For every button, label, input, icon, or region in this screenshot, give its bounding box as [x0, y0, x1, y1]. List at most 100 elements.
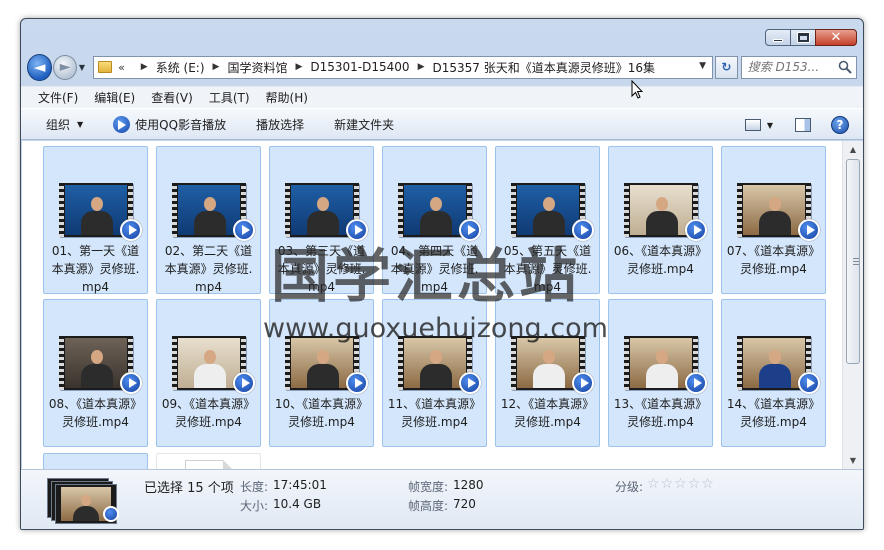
- qq-player-badge-icon: [233, 372, 255, 394]
- star-icon[interactable]: ☆: [661, 477, 674, 491]
- star-icon[interactable]: ☆: [688, 477, 701, 491]
- new-folder-button[interactable]: 新建文件夹: [334, 116, 394, 133]
- video-frame: [65, 338, 127, 388]
- search-box[interactable]: [740, 55, 858, 79]
- new-folder-label: 新建文件夹: [334, 117, 395, 132]
- view-controls: ▼ ?: [744, 109, 863, 141]
- search-icon[interactable]: [838, 60, 852, 74]
- star-icon[interactable]: ☆: [701, 477, 714, 491]
- person-head: [91, 197, 103, 211]
- file-tile[interactable]: 08、《道本真源》灵修班.mp4: [43, 299, 148, 447]
- forward-button[interactable]: ►: [53, 54, 77, 80]
- file-tile[interactable]: 02、第二天《道本真源》灵修班.mp4: [156, 146, 261, 294]
- preview-pane-icon[interactable]: [795, 118, 811, 132]
- refresh-button[interactable]: ↻: [715, 55, 738, 79]
- file-tile-partial[interactable]: [156, 453, 261, 469]
- breadcrumb-separator-icon[interactable]: ▶: [213, 62, 220, 72]
- help-icon[interactable]: ?: [831, 116, 849, 134]
- person-body: [646, 211, 678, 235]
- breadcrumb-drive[interactable]: 系统 (E:): [156, 59, 205, 76]
- frame-height-value: 720: [453, 497, 476, 511]
- search-input[interactable]: [747, 60, 844, 74]
- breadcrumb-range[interactable]: D15301-D15400: [310, 60, 409, 74]
- person-head: [656, 197, 668, 211]
- scroll-up-icon[interactable]: ▲: [843, 141, 863, 158]
- title-bar[interactable]: ✕: [21, 19, 863, 49]
- video-frame: [178, 338, 240, 388]
- breadcrumb-library[interactable]: 国学资料馆: [227, 59, 287, 76]
- address-bar[interactable]: « ▶ 系统 (E:) ▶ 国学资料馆 ▶ D15301-D15400 ▶ D1…: [93, 55, 714, 79]
- menu-file[interactable]: 文件(F): [38, 89, 78, 106]
- close-button[interactable]: ✕: [815, 29, 857, 46]
- person-body: [646, 364, 678, 388]
- video-frame: [630, 185, 692, 235]
- address-dropdown-icon[interactable]: ▼: [699, 61, 706, 71]
- change-view-icon[interactable]: [744, 119, 761, 131]
- file-tile[interactable]: 13、《道本真源》灵修班.mp4: [608, 299, 713, 447]
- video-frame: [517, 185, 579, 235]
- rating-stars[interactable]: ☆ ☆ ☆ ☆ ☆: [641, 477, 714, 491]
- menu-help[interactable]: 帮助(H): [266, 89, 308, 106]
- command-bar: 组织 ▼ 使用QQ影音播放 播放选择 新建文件夹 ▼ ?: [21, 108, 863, 140]
- person-head: [543, 197, 555, 211]
- person-head: [543, 350, 555, 364]
- scroll-thumb[interactable]: [846, 159, 860, 364]
- selection-thumbnail: [47, 478, 119, 524]
- breadcrumb-separator-icon[interactable]: ▶: [295, 62, 302, 72]
- video-frame: [178, 185, 240, 235]
- star-icon[interactable]: ☆: [647, 477, 660, 491]
- menu-view[interactable]: 查看(V): [151, 89, 193, 106]
- video-frame: [743, 338, 805, 388]
- qq-player-badge-icon: [685, 372, 707, 394]
- menu-tools[interactable]: 工具(T): [209, 89, 250, 106]
- qq-player-icon: [113, 115, 131, 133]
- menu-edit[interactable]: 编辑(E): [94, 89, 135, 106]
- menu-bar: 文件(F) 编辑(E) 查看(V) 工具(T) 帮助(H): [21, 86, 863, 108]
- length-label: 长度:: [240, 480, 269, 494]
- frame-width-value: 1280: [453, 478, 484, 492]
- views-dropdown-icon[interactable]: ▼: [767, 121, 773, 130]
- file-tile[interactable]: 06、《道本真源》灵修班.mp4: [608, 146, 713, 294]
- back-button[interactable]: ◄: [27, 53, 53, 81]
- maximize-icon: [797, 33, 809, 42]
- file-tile[interactable]: 09、《道本真源》灵修班.mp4: [156, 299, 261, 447]
- maximize-button[interactable]: [790, 29, 816, 46]
- arrow-right-icon: ►: [59, 59, 71, 75]
- recent-pages-dropdown[interactable]: ▼: [79, 63, 90, 72]
- breadcrumb-current-folder[interactable]: D15357 张天和《道本真源灵修班》16集: [432, 59, 655, 76]
- person-head: [769, 197, 781, 211]
- star-icon[interactable]: ☆: [674, 477, 687, 491]
- explorer-window: ✕ ◄ ► ▼ « ▶ 系统 (E:) ▶ 国学资料馆 ▶ D15301-D15…: [20, 18, 864, 530]
- grip-icon: [853, 258, 859, 265]
- breadcrumb-separator-icon[interactable]: ▶: [141, 62, 148, 72]
- file-tile[interactable]: 07、《道本真源》灵修班.mp4: [721, 146, 826, 294]
- file-tile[interactable]: 14、《道本真源》灵修班.mp4: [721, 299, 826, 447]
- file-name: 10、《道本真源》灵修班.mp4: [274, 397, 369, 429]
- person-head: [317, 197, 329, 211]
- person-body: [759, 364, 791, 388]
- organize-button[interactable]: 组织 ▼: [46, 116, 83, 133]
- file-view[interactable]: 01、第一天《道本真源》灵修班.mp4 02、第二天《道本真源》灵修班.mp4 03…: [22, 141, 842, 469]
- scroll-down-icon[interactable]: ▼: [843, 452, 863, 469]
- person-head: [204, 197, 216, 211]
- vertical-scrollbar[interactable]: ▲ ▼: [842, 141, 863, 469]
- minimize-icon: [773, 38, 783, 42]
- file-tile[interactable]: 01、第一天《道本真源》灵修班.mp4: [43, 146, 148, 294]
- video-badge-icon: [103, 506, 119, 522]
- qq-player-badge-icon: [346, 372, 368, 394]
- qq-player-badge-icon: [685, 219, 707, 241]
- person-head: [317, 350, 329, 364]
- file-name: 11、《道本真源》灵修班.mp4: [387, 397, 482, 429]
- file-name: 13、《道本真源》灵修班.mp4: [613, 397, 708, 429]
- play-selection-button[interactable]: 播放选择: [256, 116, 304, 133]
- file-tile-partial[interactable]: [43, 453, 148, 469]
- person-body: [81, 211, 113, 235]
- video-frame: [404, 185, 466, 235]
- play-with-qq-button[interactable]: 使用QQ影音播放: [113, 115, 226, 133]
- chevron-down-icon: ▼: [78, 62, 85, 72]
- play-selection-label: 播放选择: [256, 117, 305, 132]
- breadcrumb-overflow[interactable]: «: [118, 61, 125, 74]
- minimize-button[interactable]: [765, 29, 791, 46]
- breadcrumb-separator-icon[interactable]: ▶: [418, 62, 425, 72]
- qq-player-badge-icon: [233, 219, 255, 241]
